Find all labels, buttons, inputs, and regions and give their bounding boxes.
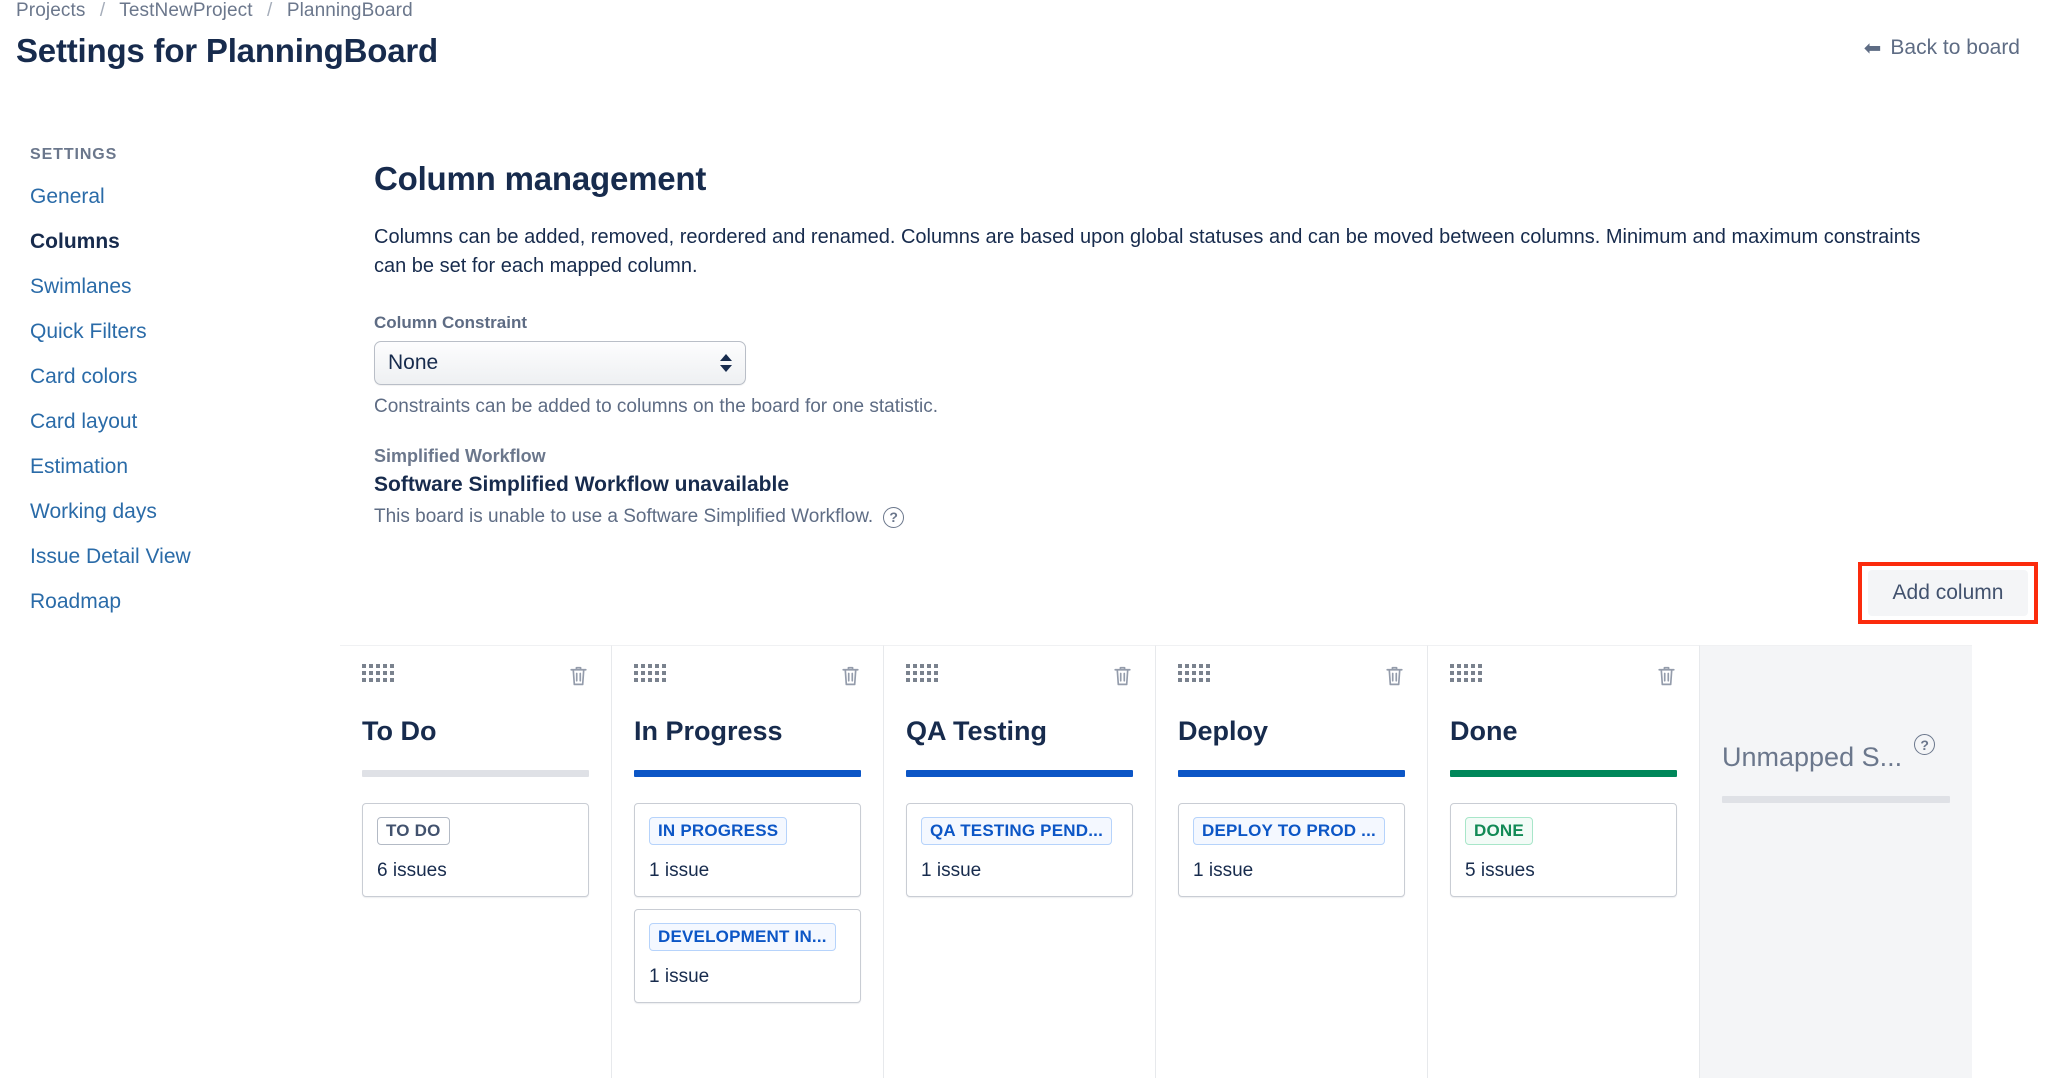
simplified-workflow-desc-row: This board is unable to use a Software S…: [374, 506, 2024, 528]
settings-page: Projects / TestNewProject / PlanningBoar…: [0, 0, 2048, 1078]
board-column-in-progress[interactable]: In Progress IN PROGRESS 1 issue DEVELOPM…: [612, 645, 884, 1078]
breadcrumb-separator: /: [267, 0, 273, 21]
status-chip[interactable]: DEPLOY TO PROD ...: [1193, 817, 1385, 845]
drag-handle-icon[interactable]: [906, 664, 938, 682]
breadcrumb: Projects / TestNewProject / PlanningBoar…: [16, 0, 413, 22]
simplified-workflow-desc: This board is unable to use a Software S…: [374, 506, 874, 528]
trash-icon[interactable]: [1384, 664, 1405, 692]
main-content: Column management Columns can be added, …: [374, 160, 2024, 528]
trash-icon[interactable]: [840, 664, 861, 692]
drag-handle-icon[interactable]: [1450, 664, 1482, 682]
drag-handle-icon[interactable]: [634, 664, 666, 682]
issue-count: 1 issue: [1193, 860, 1254, 881]
issue-count: 1 issue: [921, 860, 982, 881]
breadcrumb-item-projects[interactable]: Projects: [16, 0, 85, 21]
column-color-bar: [634, 770, 861, 777]
issue-count: 1 issue: [649, 860, 710, 881]
add-column-highlight: Add column: [1858, 562, 2038, 624]
column-toolbar: [906, 664, 1133, 690]
column-name[interactable]: Deploy: [1178, 716, 1405, 747]
board-column-qa-testing[interactable]: QA Testing QA TESTING PEND... 1 issue: [884, 645, 1156, 1078]
sidebar-item-issue-detail-view[interactable]: Issue Detail View: [30, 545, 290, 569]
column-toolbar: [362, 664, 589, 690]
board-column-unmapped-statuses: Unmapped S... ?: [1700, 645, 1972, 1078]
status-card[interactable]: TO DO 6 issues: [362, 803, 589, 897]
column-toolbar: [1450, 664, 1677, 690]
board-column-deploy[interactable]: Deploy DEPLOY TO PROD ... 1 issue: [1156, 645, 1428, 1078]
section-title: Column management: [374, 160, 707, 197]
back-to-board-label: Back to board: [1890, 36, 2020, 59]
board-column-to-do[interactable]: To Do TO DO 6 issues: [340, 645, 612, 1078]
sidebar-item-card-colors[interactable]: Card colors: [30, 365, 290, 389]
trash-icon[interactable]: [1112, 664, 1133, 692]
status-chip[interactable]: QA TESTING PEND...: [921, 817, 1112, 845]
sidebar-item-general[interactable]: General: [30, 185, 290, 209]
column-name[interactable]: To Do: [362, 716, 589, 747]
add-column-button[interactable]: Add column: [1868, 570, 2028, 616]
issue-count: 6 issues: [377, 860, 447, 881]
question-circle-icon[interactable]: ?: [1914, 734, 1936, 755]
trash-icon[interactable]: [568, 664, 589, 692]
column-name[interactable]: Done: [1450, 716, 1677, 747]
column-constraint-value: None: [388, 351, 439, 375]
drag-handle-icon[interactable]: [1178, 664, 1210, 682]
column-toolbar: [1178, 664, 1405, 690]
columns-board: To Do TO DO 6 issues In Progress IN PROG…: [340, 645, 2048, 1078]
breadcrumb-item-project[interactable]: TestNewProject: [119, 0, 252, 21]
status-chip[interactable]: TO DO: [377, 817, 450, 845]
status-card[interactable]: DEVELOPMENT IN... 1 issue: [634, 909, 861, 1003]
sidebar-item-working-days[interactable]: Working days: [30, 500, 290, 524]
sidebar-item-columns[interactable]: Columns: [30, 230, 290, 254]
arrow-left-icon: ⬅: [1863, 36, 1882, 60]
status-card[interactable]: DONE 5 issues: [1450, 803, 1677, 897]
column-color-bar: [906, 770, 1133, 777]
breadcrumb-separator: /: [99, 0, 106, 21]
unmapped-header: Unmapped S... ?: [1722, 716, 1950, 773]
status-chip[interactable]: DONE: [1465, 817, 1533, 845]
simplified-workflow-label: Simplified Workflow: [374, 446, 546, 467]
back-to-board-link[interactable]: ⬅ Back to board: [1864, 36, 2020, 60]
board-column-done[interactable]: Done DONE 5 issues: [1428, 645, 1700, 1078]
column-constraint-select-wrap: None: [374, 341, 746, 386]
sidebar-item-roadmap[interactable]: Roadmap: [30, 590, 290, 614]
column-color-bar: [1178, 770, 1405, 777]
breadcrumb-item-board[interactable]: PlanningBoard: [287, 0, 413, 21]
sidebar-item-swimlanes[interactable]: Swimlanes: [30, 275, 290, 299]
status-chip[interactable]: DEVELOPMENT IN...: [649, 923, 836, 951]
page-title: Settings for PlanningBoard: [16, 32, 438, 69]
sidebar-item-card-layout[interactable]: Card layout: [30, 410, 290, 434]
status-card[interactable]: QA TESTING PEND... 1 issue: [906, 803, 1133, 897]
column-color-bar: [362, 770, 589, 777]
drag-handle-icon[interactable]: [362, 664, 394, 682]
sidebar-item-estimation[interactable]: Estimation: [30, 455, 290, 479]
trash-icon[interactable]: [1656, 664, 1677, 692]
column-name[interactable]: QA Testing: [906, 716, 1133, 747]
column-toolbar: [1722, 664, 1950, 690]
column-color-bar: [1722, 796, 1950, 803]
column-constraint-help: Constraints can be added to columns on t…: [374, 396, 938, 418]
status-card[interactable]: IN PROGRESS 1 issue: [634, 803, 861, 897]
column-constraint-label: Column Constraint: [374, 313, 527, 333]
column-constraint-select[interactable]: None: [374, 341, 746, 386]
column-color-bar: [1450, 770, 1677, 777]
status-card[interactable]: DEPLOY TO PROD ... 1 issue: [1178, 803, 1405, 897]
sidebar-heading: SETTINGS: [30, 146, 118, 163]
simplified-workflow-title: Software Simplified Workflow unavailable: [374, 473, 790, 497]
issue-count: 5 issues: [1465, 860, 1535, 881]
column-name[interactable]: In Progress: [634, 716, 861, 747]
status-chip[interactable]: IN PROGRESS: [649, 817, 788, 845]
column-name: Unmapped S...: [1722, 742, 1903, 772]
sidebar-item-quick-filters[interactable]: Quick Filters: [30, 320, 290, 344]
settings-sidebar: SETTINGS General Columns Swimlanes Quick…: [30, 146, 290, 635]
column-toolbar: [634, 664, 861, 690]
section-description: Columns can be added, removed, reordered…: [374, 226, 1921, 278]
question-circle-icon[interactable]: ?: [883, 506, 905, 528]
issue-count: 1 issue: [649, 966, 710, 987]
